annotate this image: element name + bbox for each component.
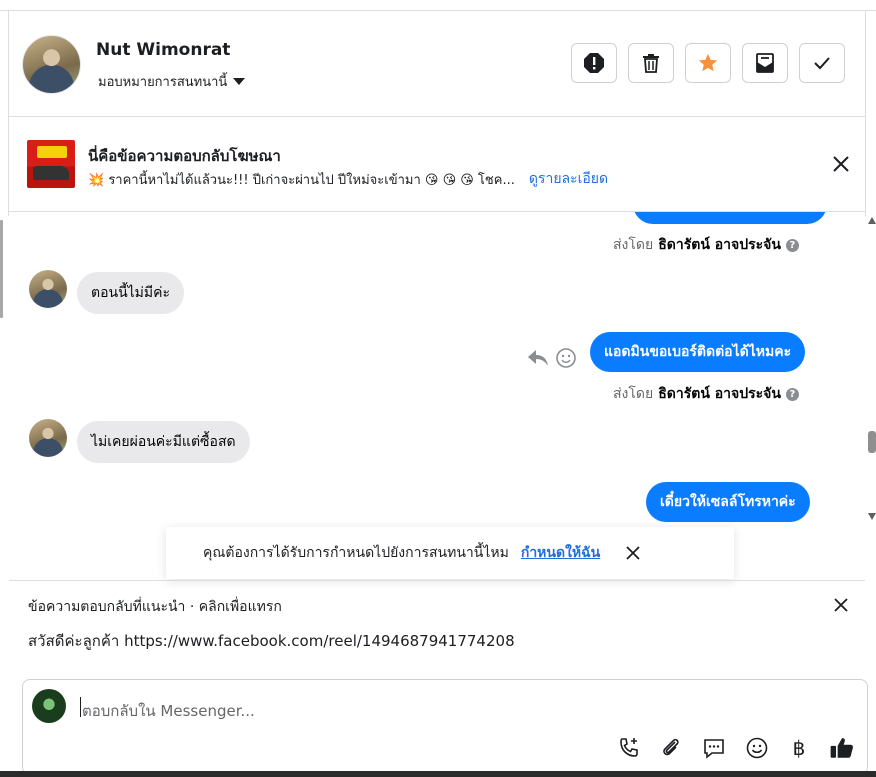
scroll-down-arrow[interactable] bbox=[868, 513, 876, 520]
conversation-thread[interactable]: ส่งโดย ธิดารัตน์ อาจประจัน ? ตอนนี้ไม่มี… bbox=[9, 212, 850, 580]
top-border bbox=[0, 10, 876, 11]
reply-icon[interactable] bbox=[527, 348, 549, 368]
ad-reply-title: นี่คือข้อความตอบกลับโฆษณา bbox=[88, 147, 281, 165]
attach-button[interactable] bbox=[658, 735, 684, 761]
customer-name[interactable]: Nut Wimonrat bbox=[96, 40, 230, 60]
reply-input[interactable]: ตอบกลับใน Messenger... bbox=[82, 699, 255, 723]
mark-spam-button[interactable] bbox=[571, 43, 617, 83]
mark-unread-button[interactable] bbox=[742, 43, 788, 83]
assign-dropdown[interactable]: มอบหมายการสนทนานี้ bbox=[98, 71, 246, 92]
assign-label: มอบหมายการสนทนานี้ bbox=[98, 75, 228, 90]
baht-icon: ฿ bbox=[792, 736, 806, 760]
conversation-scrollbar[interactable] bbox=[868, 217, 876, 522]
mark-done-button[interactable] bbox=[799, 43, 845, 83]
customer-avatar[interactable] bbox=[22, 35, 81, 94]
saved-reply-button[interactable] bbox=[701, 735, 727, 761]
ad-thumbnail[interactable] bbox=[27, 140, 75, 188]
delete-button[interactable] bbox=[628, 43, 674, 83]
sent-by-prefix: ส่งโดย bbox=[613, 386, 654, 402]
emoji-button[interactable] bbox=[744, 735, 770, 761]
emoji-icon bbox=[746, 737, 768, 759]
assign-to-me-link[interactable]: กำหนดให้ฉัน bbox=[521, 542, 600, 564]
mark-unread-icon bbox=[756, 53, 774, 73]
reply-composer[interactable] bbox=[22, 679, 868, 775]
resize-handle[interactable] bbox=[0, 220, 3, 318]
message-bubble-incoming[interactable]: ไม่เคยผ่อนค่ะมีแต่ซื้อสด bbox=[77, 421, 250, 463]
close-icon bbox=[833, 156, 849, 172]
saved-reply-icon bbox=[704, 739, 724, 759]
help-icon[interactable]: ? bbox=[785, 238, 799, 252]
sent-by-row: ส่งโดย ธิดารัตน์ อาจประจัน ? bbox=[613, 383, 799, 405]
caret-down-icon bbox=[233, 78, 246, 85]
message-bubble-outgoing[interactable]: เดี๋ยวให้เซลล์โทรหาค่ะ bbox=[646, 482, 810, 522]
close-icon[interactable] bbox=[625, 545, 641, 561]
scroll-up-arrow[interactable] bbox=[868, 217, 876, 224]
alert-icon bbox=[584, 53, 604, 73]
like-button[interactable] bbox=[829, 735, 855, 761]
star-icon bbox=[698, 53, 718, 72]
customer-avatar[interactable] bbox=[29, 419, 67, 457]
help-icon[interactable]: ? bbox=[785, 387, 799, 401]
window-bottom-edge bbox=[0, 771, 876, 777]
suggested-reply-close-button[interactable] bbox=[832, 596, 850, 614]
trash-icon bbox=[643, 54, 659, 73]
agent-name: ธิดารัตน์ อาจประจัน bbox=[658, 386, 781, 402]
page-avatar bbox=[32, 689, 66, 723]
scrollbar-thumb[interactable] bbox=[868, 431, 876, 453]
suggested-reply-text[interactable]: สวัสดีค่ะลูกค้า https://www.facebook.com… bbox=[28, 629, 515, 653]
suggested-reply-header: ข้อความตอบกลับที่แนะนำ · คลิกเพื่อแทรก bbox=[28, 599, 282, 615]
call-icon bbox=[620, 738, 638, 757]
left-border bbox=[8, 11, 9, 216]
ad-reply-preview: 💥 ราคานี้หาไม่ได้แล้วนะ!!! ปีเก่าจะผ่านไ… bbox=[88, 172, 515, 188]
message-bubble-incoming[interactable]: ตอนนี้ไม่มีค่ะ bbox=[77, 272, 185, 314]
ad-reply-preview-row: 💥 ราคานี้หาไม่ได้แล้วนะ!!! ปีเก่าจะผ่านไ… bbox=[88, 168, 608, 190]
text-cursor bbox=[80, 697, 81, 717]
divider bbox=[9, 580, 865, 581]
message-bubble-outgoing[interactable]: แอดมินขอเบอร์ติดต่อได้ไหมคะ bbox=[590, 332, 806, 372]
attach-icon bbox=[663, 738, 679, 756]
star-button[interactable] bbox=[685, 43, 731, 83]
message-bubble-partial[interactable] bbox=[633, 212, 827, 224]
close-icon bbox=[834, 598, 848, 612]
right-border bbox=[865, 11, 866, 216]
assign-prompt-text: คุณต้องการได้รับการกำหนดไปยังการสนทนานี้… bbox=[203, 545, 509, 561]
agent-name: ธิดารัตน์ อาจประจัน bbox=[658, 237, 781, 253]
divider bbox=[9, 116, 865, 117]
check-icon bbox=[814, 57, 830, 70]
customer-avatar[interactable] bbox=[29, 270, 67, 308]
assign-prompt: คุณต้องการได้รับการกำหนดไปยังการสนทนานี้… bbox=[166, 527, 734, 579]
sent-by-prefix: ส่งโดย bbox=[613, 237, 654, 253]
call-button[interactable] bbox=[616, 735, 642, 761]
like-icon bbox=[830, 738, 853, 758]
payment-button[interactable]: ฿ bbox=[786, 735, 812, 761]
react-emoji-icon[interactable] bbox=[555, 347, 577, 369]
sent-by-row: ส่งโดย ธิดารัตน์ อาจประจัน ? bbox=[613, 234, 799, 256]
see-details-link[interactable]: ดูรายละเอียด bbox=[529, 168, 608, 190]
ad-banner-close-button[interactable] bbox=[829, 152, 853, 176]
